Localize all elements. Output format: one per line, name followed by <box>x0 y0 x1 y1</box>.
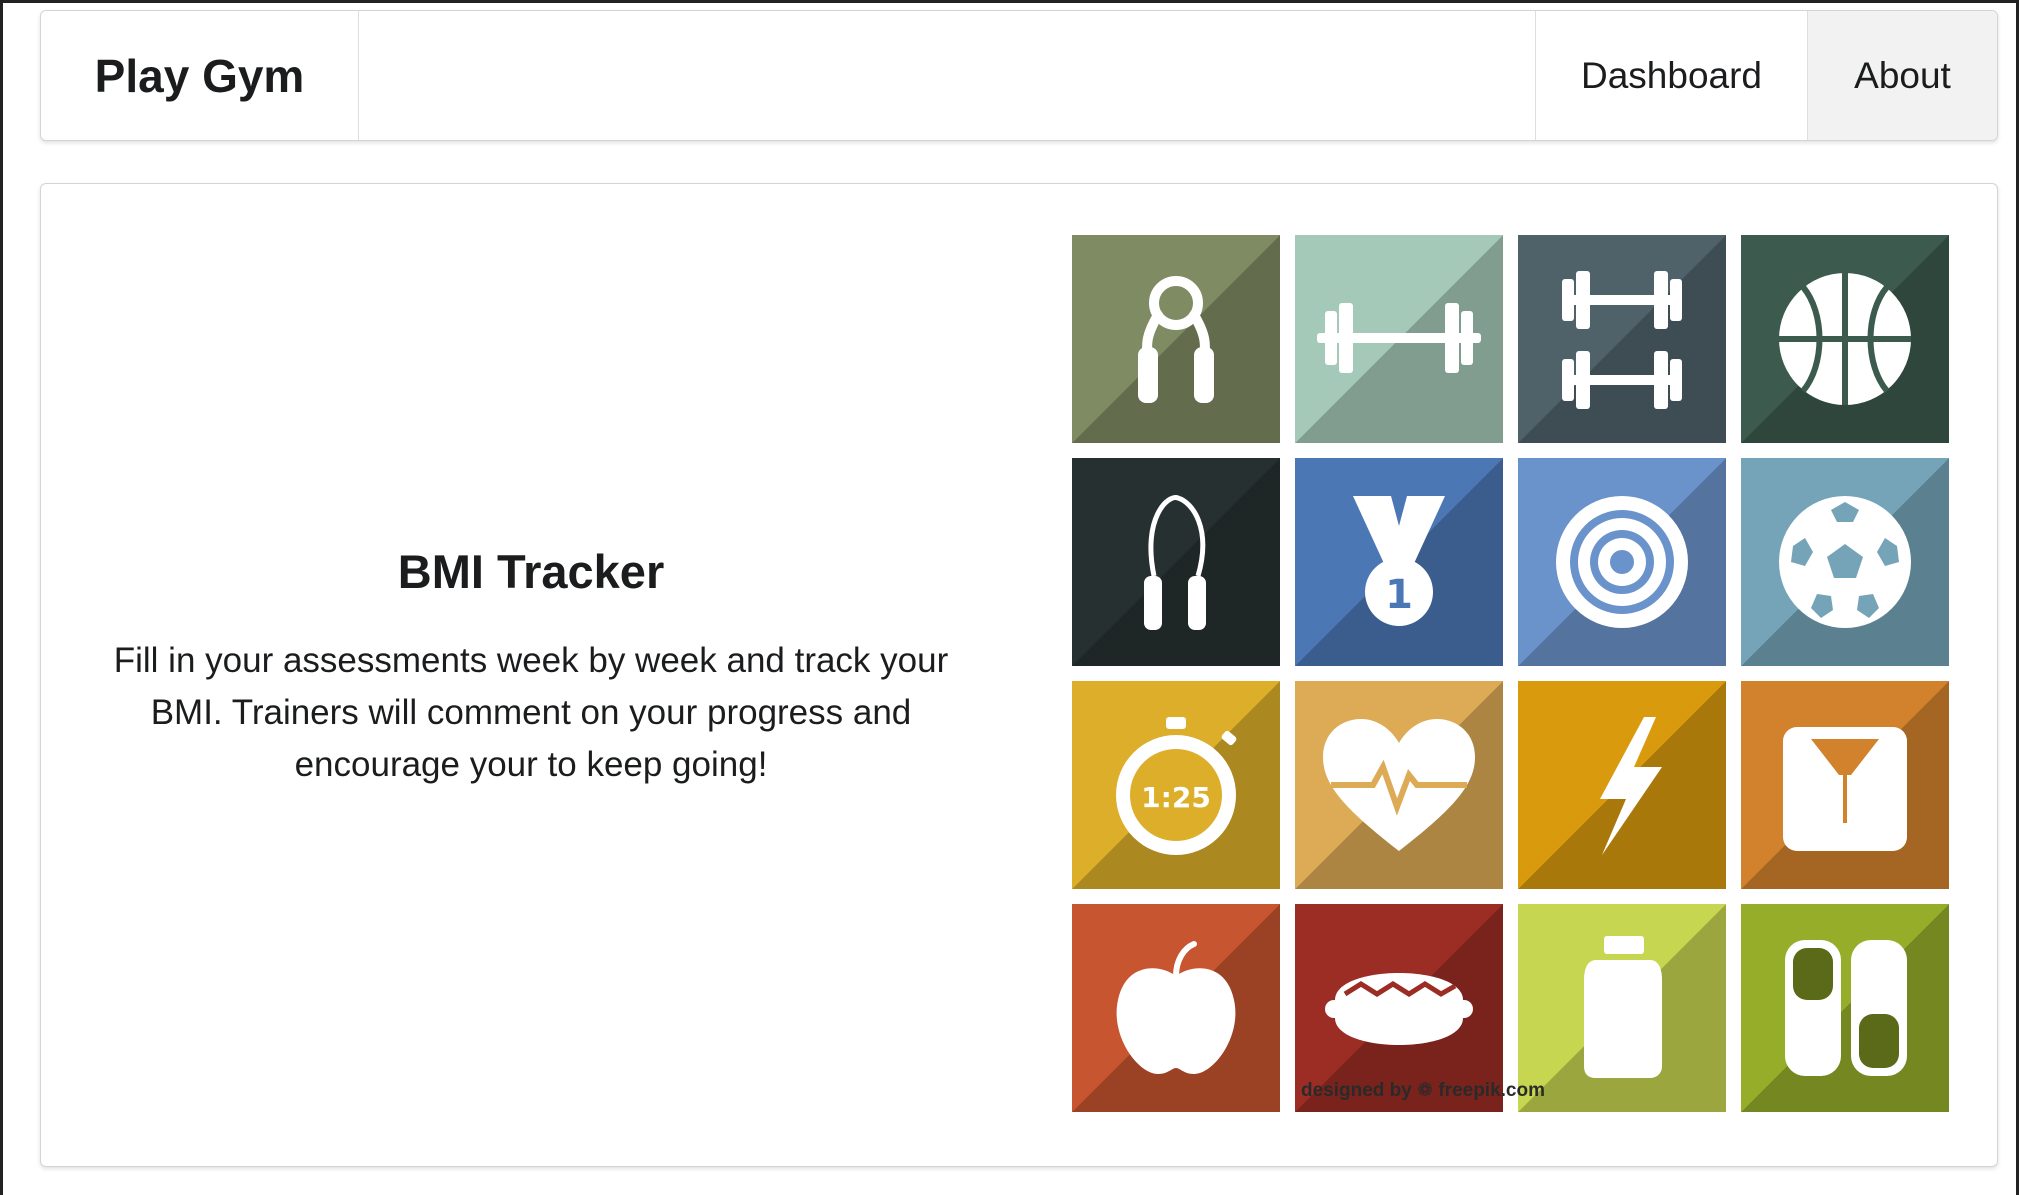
medal-number: 1 <box>1385 572 1413 618</box>
tile-scale <box>1741 681 1949 889</box>
tile-medal: 1 <box>1295 458 1503 666</box>
top-navbar: Play Gym Dashboard About <box>40 10 1998 141</box>
stopwatch-icon: 1:25 <box>1116 717 1237 855</box>
tile-barbell <box>1295 235 1503 443</box>
scale-icon <box>1783 727 1907 851</box>
tile-apple <box>1072 904 1280 1112</box>
basketball-icon <box>1779 273 1911 405</box>
intro-text: Fill in your assessments week by week an… <box>113 641 949 784</box>
dumbbells-icon <box>1562 271 1682 409</box>
credit-prefix: designed by <box>1301 1080 1412 1101</box>
target-icon <box>1556 496 1688 628</box>
intro-section: BMI Tracker Fill in your assessments wee… <box>81 544 981 791</box>
apple-icon <box>1116 941 1236 1074</box>
tile-lightning <box>1518 681 1726 889</box>
tile-basketball <box>1741 235 1949 443</box>
fitness-icon-grid: 1 1:25 <box>1072 235 1949 1112</box>
nav-item-about[interactable]: About <box>1807 11 1997 140</box>
intro-title: BMI Tracker <box>397 545 665 598</box>
tile-water-bottle <box>1518 904 1726 1112</box>
brand-logo[interactable]: Play Gym <box>41 11 359 140</box>
hand-grip-icon <box>1138 276 1214 403</box>
tile-soccer-ball <box>1741 458 1949 666</box>
lightning-icon <box>1600 717 1662 855</box>
jump-rope-icon <box>1144 495 1206 630</box>
image-credit: designed by ❁ freepik.com <box>1301 1079 1545 1102</box>
heart-pulse-icon <box>1323 719 1475 851</box>
water-bottle-icon <box>1584 936 1662 1078</box>
navbar-spacer <box>359 11 1535 140</box>
stopwatch-time: 1:25 <box>1141 781 1211 814</box>
freepik-logo-icon: ❁ <box>1417 1080 1434 1101</box>
medal-icon: 1 <box>1353 496 1445 626</box>
soccer-ball-icon <box>1779 496 1911 628</box>
tile-heart-pulse <box>1295 681 1503 889</box>
tile-hand-grip <box>1072 235 1280 443</box>
about-card: BMI Tracker Fill in your assessments wee… <box>40 183 1998 1167</box>
tile-dumbbells <box>1518 235 1726 443</box>
tile-pills <box>1741 904 1949 1112</box>
tile-stopwatch: 1:25 <box>1072 681 1280 889</box>
tile-jump-rope <box>1072 458 1280 666</box>
barbell-icon <box>1317 303 1481 373</box>
pills-icon <box>1785 940 1907 1076</box>
nav-item-dashboard[interactable]: Dashboard <box>1535 11 1807 140</box>
credit-brand: freepik.com <box>1438 1080 1545 1101</box>
tile-target <box>1518 458 1726 666</box>
